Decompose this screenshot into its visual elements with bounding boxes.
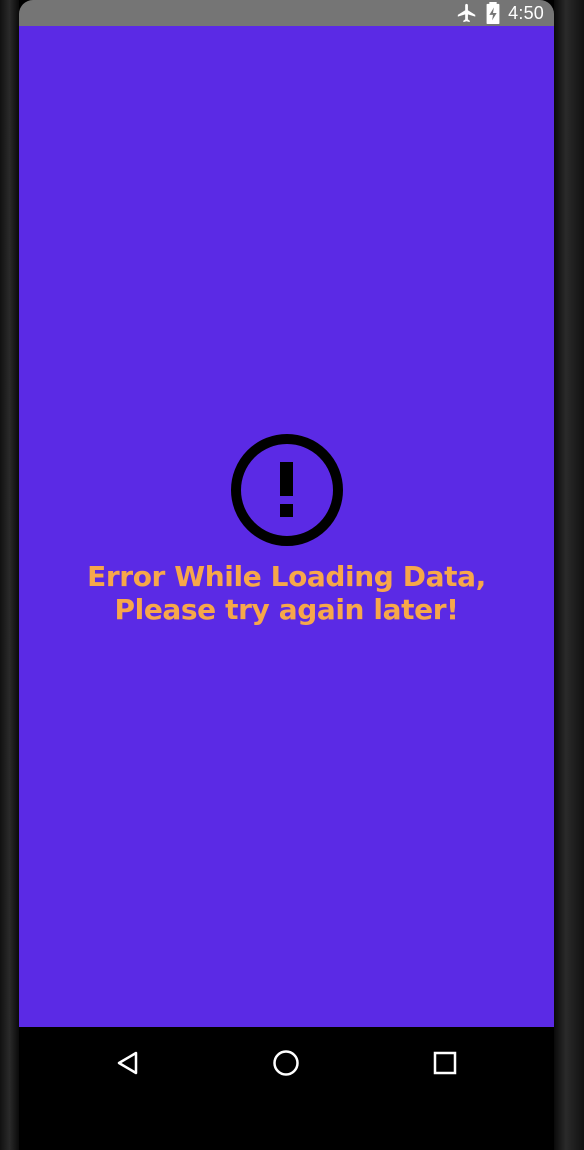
device-frame: 4:50 Error While Loading Data, Please tr… bbox=[0, 0, 584, 1150]
status-time: 4:50 bbox=[508, 2, 544, 23]
device-bezel-left bbox=[0, 0, 19, 1150]
home-circle-icon bbox=[273, 1050, 299, 1076]
recents-square-icon bbox=[433, 1051, 457, 1075]
recents-button[interactable] bbox=[427, 1045, 463, 1081]
back-triangle-icon bbox=[117, 1051, 138, 1075]
status-bar: 4:50 bbox=[19, 0, 554, 26]
error-message-line2: Please try again later! bbox=[114, 593, 459, 626]
navigation-bar bbox=[19, 1027, 554, 1097]
error-message-block: Error While Loading Data, Please try aga… bbox=[19, 432, 554, 626]
airplane-mode-icon bbox=[456, 2, 478, 24]
error-message: Error While Loading Data, Please try aga… bbox=[87, 560, 486, 626]
home-button[interactable] bbox=[268, 1045, 304, 1081]
back-button[interactable] bbox=[110, 1045, 146, 1081]
app-screen: Error While Loading Data, Please try aga… bbox=[19, 26, 554, 1027]
error-message-line1: Error While Loading Data, bbox=[87, 560, 486, 593]
device-bezel-right bbox=[554, 0, 584, 1150]
battery-charging-icon bbox=[486, 2, 500, 24]
error-outline-icon bbox=[230, 434, 343, 546]
